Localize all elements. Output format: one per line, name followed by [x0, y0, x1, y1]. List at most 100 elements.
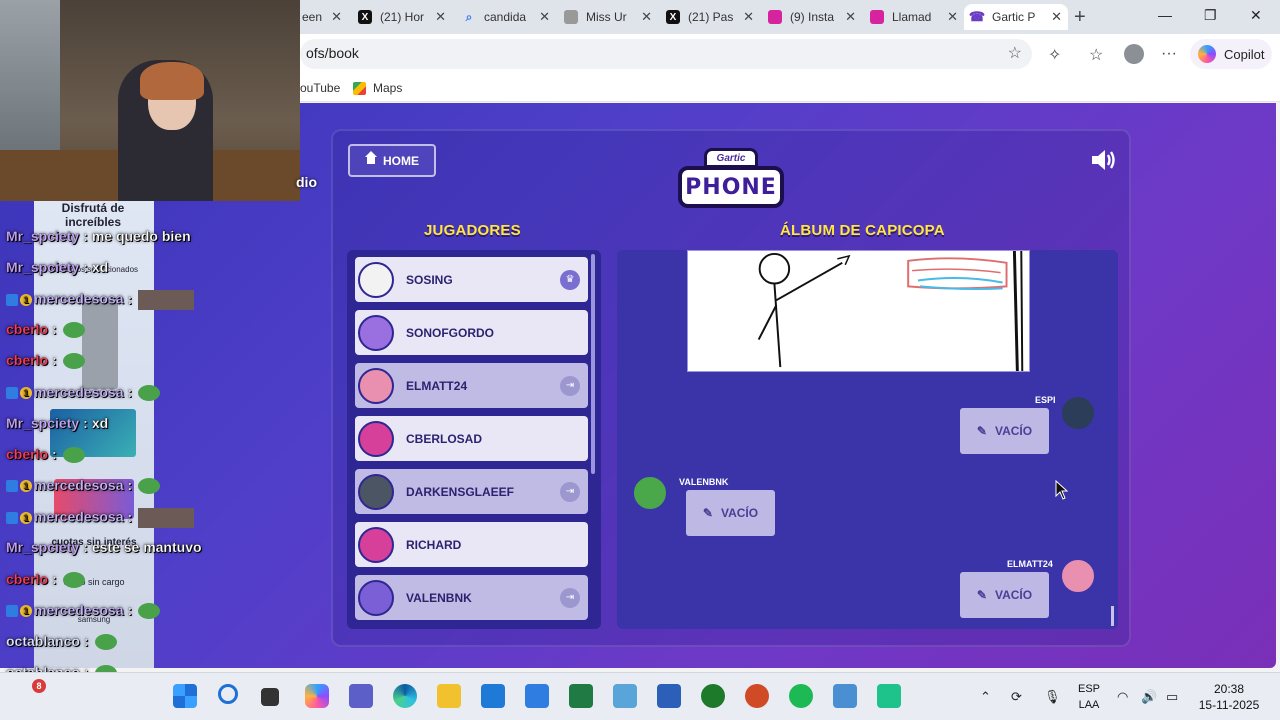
close-icon[interactable]: ✕ — [331, 9, 342, 25]
chat-separator: : — [52, 571, 57, 588]
entry-avatar — [632, 475, 668, 511]
photos-icon[interactable] — [613, 684, 637, 708]
drawing-canvas — [687, 250, 1030, 372]
tray-chevron-icon[interactable]: ⌃ — [980, 689, 991, 705]
close-icon[interactable]: ✕ — [743, 9, 754, 25]
chat-separator: : — [52, 352, 57, 369]
store-icon[interactable] — [481, 684, 505, 708]
volume-icon[interactable]: 🔊 — [1141, 689, 1157, 705]
copilot-button[interactable]: Copilot — [1190, 39, 1273, 69]
tab-label: (9) Insta — [790, 10, 835, 24]
task-view-icon[interactable] — [261, 688, 279, 706]
bookmark-maps[interactable]: Maps — [353, 81, 402, 95]
player-name: SOSING — [406, 272, 453, 287]
player-avatar — [358, 314, 394, 351]
notepad-icon[interactable] — [833, 684, 857, 708]
minimize-icon[interactable]: — — [1158, 7, 1172, 23]
file-explorer-icon[interactable] — [437, 684, 461, 708]
tab-label: Gartic P — [992, 10, 1036, 24]
browser-tab-active[interactable]: ☎ Gartic P ✕ — [964, 4, 1068, 30]
wifi-icon[interactable]: ◠ — [1117, 689, 1128, 705]
chat-username: cberlo — [6, 352, 49, 369]
favorite-star-icon[interactable]: ☆ — [1008, 43, 1022, 63]
chat-username: mercedesosa — [34, 508, 124, 525]
close-icon[interactable]: ✕ — [1051, 9, 1062, 25]
microphone-icon[interactable]: 🎙 — [1044, 689, 1061, 705]
pencil-icon: ✎ — [702, 506, 713, 520]
players-scrollbar[interactable] — [591, 254, 595, 474]
battery-icon[interactable]: ▭ — [1166, 689, 1178, 705]
entry-label: VACÍO — [994, 588, 1033, 602]
language-indicator[interactable]: ESP LAA — [1074, 681, 1104, 713]
search-icon[interactable] — [218, 684, 238, 704]
lang-code: ESP — [1077, 683, 1100, 695]
chat-separator: : — [127, 384, 133, 401]
xbox-icon[interactable] — [701, 684, 725, 708]
address-input[interactable]: ofs/book ☆ — [300, 39, 1032, 69]
more-menu-icon[interactable]: ··· — [1161, 45, 1177, 63]
player-avatar — [358, 579, 394, 616]
empty-entry-button[interactable]: ✎ VACÍO — [686, 490, 775, 536]
chat-image — [138, 290, 195, 310]
powerpoint-icon[interactable] — [745, 684, 769, 708]
copilot-app-icon[interactable] — [305, 684, 329, 708]
close-icon[interactable]: ✕ — [947, 9, 958, 25]
browser-tab[interactable]: X (21) Hor ✕ — [352, 4, 452, 30]
player-avatar — [358, 261, 394, 298]
tab-label: (21) Hor — [380, 10, 425, 24]
empty-entry-button[interactable]: ✎ VACÍO — [960, 408, 1049, 454]
empty-entry-button[interactable]: ✎ VACÍO — [960, 572, 1049, 618]
browser-tab[interactable]: ⌕ candida ✕ — [456, 4, 556, 30]
favorites-icon[interactable]: ☆ — [1089, 45, 1103, 65]
players-list[interactable]: SOSING ♛ SONOFGORDO ELMATT24 ⇥ CBERLOSAD… — [347, 250, 601, 629]
close-icon[interactable]: ✕ — [435, 9, 446, 25]
chat-text: xd — [91, 259, 109, 276]
teams-icon[interactable] — [349, 684, 373, 708]
home-button[interactable]: HOME — [348, 144, 436, 177]
player-row: RICHARD — [355, 522, 588, 567]
app-icon[interactable] — [877, 684, 901, 708]
album-scrollbar[interactable] — [1111, 606, 1114, 626]
gartic-phone-logo: Gartic PHONE — [676, 144, 786, 212]
chat-username: cberlo — [6, 321, 49, 338]
mouse-cursor-icon — [1055, 480, 1069, 500]
tab-label: Llamad — [892, 10, 932, 24]
clock-time: 20:38 — [1213, 682, 1245, 696]
browser-tab[interactable]: Miss Ur ✕ — [558, 4, 658, 30]
album-panel[interactable]: ESPI ✎ VACÍO VALENBNK ✎ VACÍO ELMATT24 ✎… — [617, 250, 1118, 629]
close-icon[interactable]: ✕ — [641, 9, 652, 25]
browser-tab[interactable]: (9) Insta ✕ — [762, 4, 862, 30]
sound-icon[interactable] — [1090, 148, 1118, 172]
close-icon[interactable]: ✕ — [845, 9, 856, 25]
word-icon[interactable] — [657, 684, 681, 708]
chat-message: 1mercedesosa: — [6, 290, 195, 310]
bookmark-youtube[interactable]: ouTube — [300, 81, 340, 95]
profile-icon[interactable] — [1124, 44, 1144, 64]
chat-username: Mr_spciety — [6, 415, 80, 432]
edge-icon[interactable] — [393, 684, 417, 708]
player-row: CBERLOSAD — [355, 416, 588, 461]
window-close-icon[interactable]: ✕ — [1250, 7, 1262, 24]
sync-icon[interactable]: ⟳ — [1011, 689, 1022, 705]
mail-icon[interactable] — [525, 684, 549, 708]
close-icon[interactable]: ✕ — [539, 9, 550, 25]
notification-badge: 8 — [32, 679, 46, 693]
home-label: HOME — [383, 153, 419, 168]
browser-tab[interactable]: een ✕ — [296, 4, 348, 30]
spotify-icon[interactable] — [789, 684, 813, 708]
entry-player-name: ESPI — [1035, 395, 1056, 405]
restore-icon[interactable]: ❐ — [1204, 7, 1217, 24]
clock[interactable]: 20:38 15-11-2025 — [1196, 681, 1262, 713]
new-tab-icon[interactable]: + — [1074, 6, 1086, 29]
excel-icon[interactable] — [569, 684, 593, 708]
start-icon[interactable] — [173, 684, 197, 708]
page-icon — [564, 10, 578, 24]
browser-tab[interactable]: Llamad ✕ — [864, 4, 964, 30]
browser-tab[interactable]: X (21) Pas ✕ — [660, 4, 760, 30]
album-title: ÁLBUM DE CAPICOPA — [780, 222, 945, 239]
bookmark-label: ouTube — [300, 81, 341, 95]
extensions-icon[interactable]: ✧ — [1048, 45, 1061, 65]
chat-badge-icon: 1 — [20, 480, 32, 493]
partial-text: dio — [296, 174, 317, 190]
chat-username: cberlo — [6, 446, 49, 463]
